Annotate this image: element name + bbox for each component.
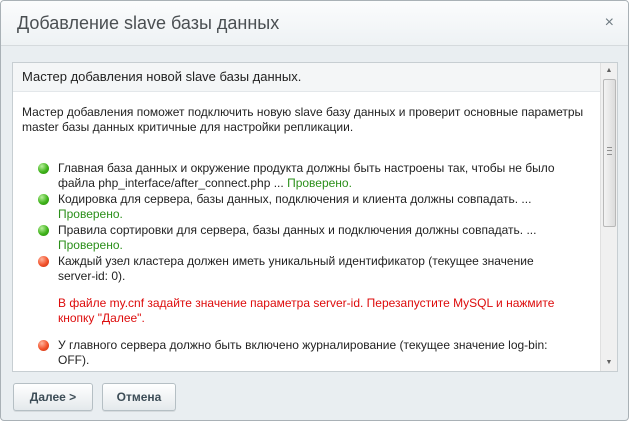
- check-item-description: Правила сортировки для сервера, базы дан…: [58, 223, 537, 237]
- cancel-button[interactable]: Отмена: [102, 383, 176, 411]
- next-button[interactable]: Далее >: [13, 383, 93, 411]
- status-ok-icon: [38, 163, 49, 174]
- status-ok-icon: [38, 194, 49, 205]
- scroll-down-icon[interactable]: ▼: [601, 356, 617, 370]
- status-error-icon: [38, 340, 49, 351]
- dialog-titlebar[interactable]: Добавление slave базы данных ×: [1, 1, 628, 46]
- check-item-text: Главная база данных и окружение продукта…: [58, 161, 568, 191]
- grip-icon: [607, 147, 612, 155]
- wizard-intro-text: Мастер добавления поможет подключить нов…: [22, 105, 584, 134]
- check-item-result: Проверено.: [287, 176, 352, 190]
- status-error-icon: [38, 256, 49, 267]
- close-icon[interactable]: ×: [605, 15, 614, 31]
- check-item-description: Каждый узел кластера должен иметь уникал…: [58, 254, 534, 283]
- scroll-up-icon[interactable]: ▲: [601, 64, 617, 78]
- check-item-result: Проверено.: [58, 238, 123, 252]
- scrollbar-thumb[interactable]: [603, 79, 616, 227]
- wizard-header-text: Мастер добавления новой slave базы данны…: [22, 69, 302, 84]
- dialog-title: Добавление slave базы данных: [17, 13, 280, 33]
- wizard-header: Мастер добавления новой slave базы данны…: [13, 63, 601, 92]
- status-ok-icon: [38, 225, 49, 236]
- check-item-error-text: В файле my.cnf задайте значение параметр…: [58, 296, 555, 325]
- dialog-window: Добавление slave базы данных × Мастер до…: [0, 0, 629, 421]
- vertical-scrollbar[interactable]: ▲ ▼: [600, 63, 617, 371]
- check-item-text: Правила сортировки для сервера, базы дан…: [58, 223, 568, 253]
- check-item-text: Кодировка для сервера, базы данных, подк…: [58, 192, 568, 222]
- check-item-result: Проверено.: [58, 207, 123, 221]
- wizard-content-panel: Мастер добавления новой slave базы данны…: [12, 62, 618, 372]
- check-item-description: Кодировка для сервера, базы данных, подк…: [58, 192, 532, 206]
- check-item-description: У главного сервера должно быть включено …: [58, 338, 548, 367]
